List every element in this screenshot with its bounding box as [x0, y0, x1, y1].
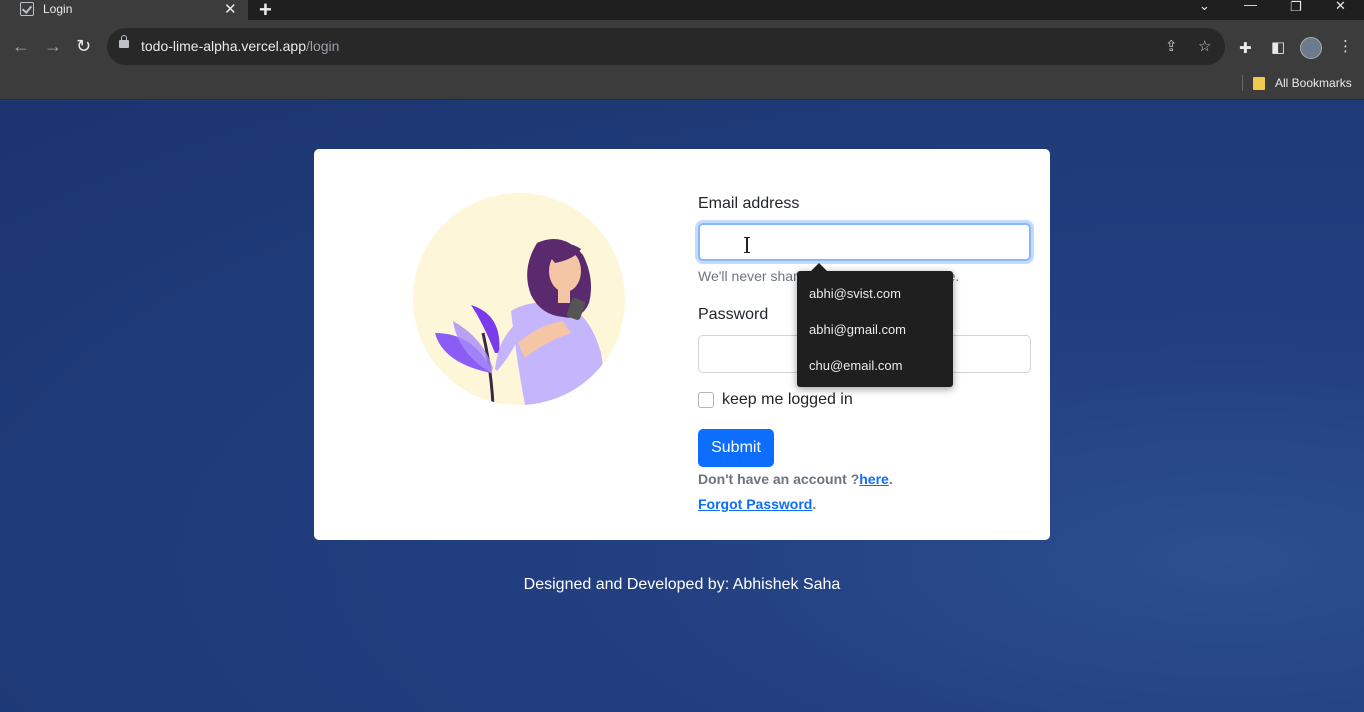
text-cursor-icon: [744, 237, 750, 253]
autocomplete-option[interactable]: abhi@svist.com: [809, 286, 901, 301]
autocomplete-option[interactable]: chu@email.com: [809, 358, 902, 373]
forgot-password-link[interactable]: Forgot Password: [698, 496, 812, 512]
signup-prompt: Don't have an account ?here.: [698, 471, 893, 487]
remember-checkbox[interactable]: [698, 392, 714, 408]
profile-avatar[interactable]: [1300, 37, 1322, 59]
signup-link[interactable]: here: [859, 471, 889, 487]
url-text: todo-lime-alpha.vercel.app/login: [141, 38, 340, 54]
autocomplete-option[interactable]: abhi@gmail.com: [809, 322, 906, 337]
browser-tab[interactable]: Login ✕: [0, 0, 248, 20]
email-field[interactable]: [698, 223, 1031, 261]
bookmarks-bar: All Bookmarks: [1242, 73, 1352, 93]
all-bookmarks-button[interactable]: All Bookmarks: [1275, 76, 1352, 90]
tab-strip: Login ✕ + ⌄ — ❐ ✕: [0, 0, 1364, 22]
browser-toolbar: ← → ↻ todo-lime-alpha.vercel.app/login ⇪…: [0, 20, 1364, 100]
password-label: Password: [698, 306, 769, 323]
window-close-icon[interactable]: ✕: [1335, 0, 1346, 14]
page-background: Email address We'll never sharelse. Pass…: [0, 101, 1364, 712]
bookmarks-separator: [1242, 75, 1243, 91]
submit-button[interactable]: Submit: [698, 429, 774, 467]
minimize-icon[interactable]: —: [1244, 0, 1257, 12]
folder-icon: [1253, 76, 1265, 90]
star-icon[interactable]: ☆: [1198, 37, 1211, 55]
tab-title: Login: [43, 2, 73, 16]
puzzle-icon[interactable]: ✚: [1239, 39, 1252, 57]
tab-search-chevron-icon[interactable]: ⌄: [1199, 0, 1210, 14]
checkbox-favicon-icon: [20, 2, 34, 16]
footer-credit: Designed and Developed by: Abhishek Saha: [523, 576, 841, 593]
remember-label[interactable]: keep me logged in: [722, 391, 853, 409]
lock-icon[interactable]: [119, 35, 129, 48]
kebab-menu-icon[interactable]: ⋮: [1338, 37, 1353, 55]
email-label: Email address: [698, 195, 800, 212]
reload-icon[interactable]: ↻: [76, 36, 91, 57]
side-panel-icon[interactable]: ◧: [1271, 38, 1285, 56]
forgot-password-row: Forgot Password.: [698, 496, 817, 512]
address-bar[interactable]: todo-lime-alpha.vercel.app/login ⇪ ☆: [107, 28, 1225, 65]
login-illustration: [413, 193, 625, 405]
share-icon[interactable]: ⇪: [1165, 37, 1178, 55]
close-tab-icon[interactable]: ✕: [224, 0, 237, 18]
arrow-right-icon[interactable]: →: [44, 36, 62, 57]
email-autocomplete-dropdown: abhi@svist.com abhi@gmail.com chu@email.…: [797, 263, 953, 387]
restore-icon[interactable]: ❐: [1290, 0, 1302, 15]
arrow-left-icon[interactable]: ←: [12, 36, 30, 57]
